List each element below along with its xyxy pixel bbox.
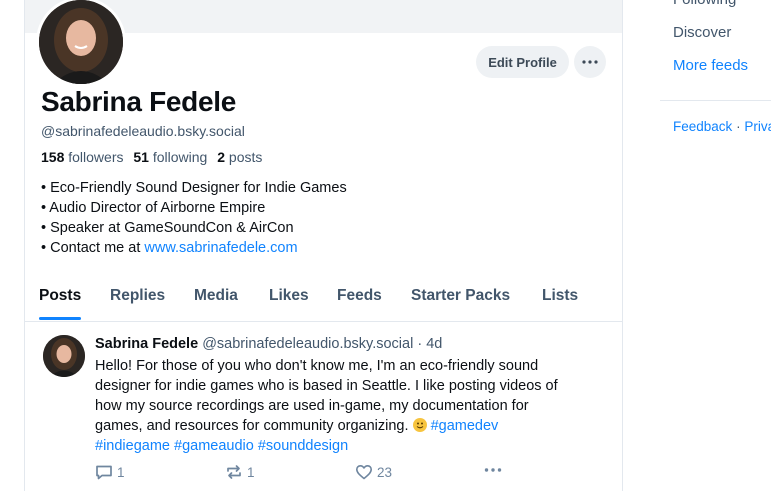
profile-stats: 158 followers 51 following 2 posts bbox=[41, 149, 262, 165]
bio-line: • Speaker at GameSoundCon & AirCon bbox=[41, 220, 294, 236]
reply-count: 1 bbox=[117, 464, 125, 480]
profile-tabs: Posts Replies Media Likes Feeds Starter … bbox=[25, 280, 622, 322]
hashtag-links[interactable]: #indiegame #gameaudio #sounddesign bbox=[95, 438, 348, 454]
repost-icon bbox=[227, 465, 241, 479]
post-text-line: Hello! For those of you who don't know m… bbox=[95, 358, 539, 374]
post-body: Hello! For those of you who don't know m… bbox=[95, 356, 615, 456]
post-author-handle[interactable]: @sabrinafedeleaudio.bsky.social bbox=[202, 336, 413, 352]
nav-following-feed[interactable]: Following bbox=[673, 0, 736, 8]
footer-links: Feedback · Privacy bbox=[673, 119, 771, 134]
bio-line: • Eco-Friendly Sound Designer for Indie … bbox=[41, 180, 347, 196]
profile-display-name: Sabrina Fedele bbox=[41, 86, 236, 117]
profile-more-button[interactable] bbox=[574, 46, 606, 78]
privacy-link[interactable]: Privacy bbox=[744, 119, 771, 134]
post-timestamp[interactable]: · 4d bbox=[417, 336, 442, 352]
feedback-link[interactable]: Feedback bbox=[673, 119, 732, 134]
post-text-fragment: games, and resources for community organ… bbox=[95, 418, 409, 434]
like-icon bbox=[356, 465, 372, 480]
post-author-avatar[interactable] bbox=[43, 335, 85, 377]
like-button[interactable]: 23 bbox=[355, 464, 392, 480]
post-text-line: games, and resources for community organ… bbox=[95, 416, 615, 436]
posts-label: posts bbox=[228, 149, 263, 165]
tab-media[interactable]: Media bbox=[194, 287, 238, 305]
reply-button[interactable]: 1 bbox=[95, 464, 125, 480]
hashtag-link[interactable]: #gamedev bbox=[431, 418, 499, 434]
profile-handle: @sabrinafedeleaudio.bsky.social bbox=[41, 123, 245, 139]
like-count: 23 bbox=[377, 464, 393, 480]
post-text-line: #indiegame #gameaudio #sounddesign bbox=[95, 436, 615, 456]
post-text-line: how my source recordings are used in-gam… bbox=[95, 398, 529, 414]
repost-count: 1 bbox=[247, 464, 255, 480]
tab-feeds[interactable]: Feeds bbox=[337, 287, 382, 305]
edit-profile-button[interactable]: Edit Profile bbox=[476, 46, 569, 78]
more-feeds-link[interactable]: More feeds bbox=[673, 57, 748, 74]
bio-contact-prefix: • Contact me at bbox=[41, 240, 145, 256]
following-count: 51 bbox=[133, 149, 149, 165]
followers-count: 158 bbox=[41, 149, 65, 165]
bio-line: • Audio Director of Airborne Empire bbox=[41, 200, 266, 216]
right-column-border bbox=[622, 0, 623, 491]
posts-stat: 2 posts bbox=[217, 149, 262, 165]
tab-posts[interactable]: Posts bbox=[39, 287, 81, 305]
tab-starter-packs[interactable]: Starter Packs bbox=[411, 287, 510, 305]
active-tab-indicator bbox=[39, 317, 81, 320]
nav-discover-feed[interactable]: Discover bbox=[673, 24, 731, 41]
footer-separator: · bbox=[736, 119, 741, 134]
followers-label: followers bbox=[68, 149, 124, 165]
tab-replies[interactable]: Replies bbox=[110, 287, 165, 305]
bio-website-link[interactable]: www.sabrinafedele.com bbox=[144, 240, 297, 256]
followers-link[interactable]: 158 followers bbox=[41, 149, 124, 165]
smile-emoji-icon bbox=[412, 418, 427, 432]
left-column-border bbox=[24, 0, 25, 491]
more-horizontal-icon bbox=[582, 60, 598, 64]
post-text-line: designer for indie games who is based in… bbox=[95, 378, 558, 394]
profile-bio: • Eco-Friendly Sound Designer for Indie … bbox=[41, 178, 347, 258]
following-link[interactable]: 51 following bbox=[133, 149, 207, 165]
post-header: Sabrina Fedele @sabrinafedeleaudio.bsky.… bbox=[95, 336, 442, 352]
profile-avatar[interactable] bbox=[36, 0, 126, 87]
repost-button[interactable]: 1 bbox=[225, 464, 255, 480]
bio-line: • Contact me at www.sabrinafedele.com bbox=[41, 238, 347, 258]
tab-likes[interactable]: Likes bbox=[269, 287, 309, 305]
following-label: following bbox=[152, 149, 208, 165]
post-more-icon bbox=[484, 468, 502, 472]
reply-icon bbox=[96, 465, 112, 480]
right-sidebar-divider bbox=[660, 100, 771, 101]
post-more-button[interactable] bbox=[484, 468, 502, 472]
post-author-name[interactable]: Sabrina Fedele bbox=[95, 336, 198, 352]
posts-count: 2 bbox=[217, 149, 226, 165]
tab-lists[interactable]: Lists bbox=[542, 287, 578, 305]
